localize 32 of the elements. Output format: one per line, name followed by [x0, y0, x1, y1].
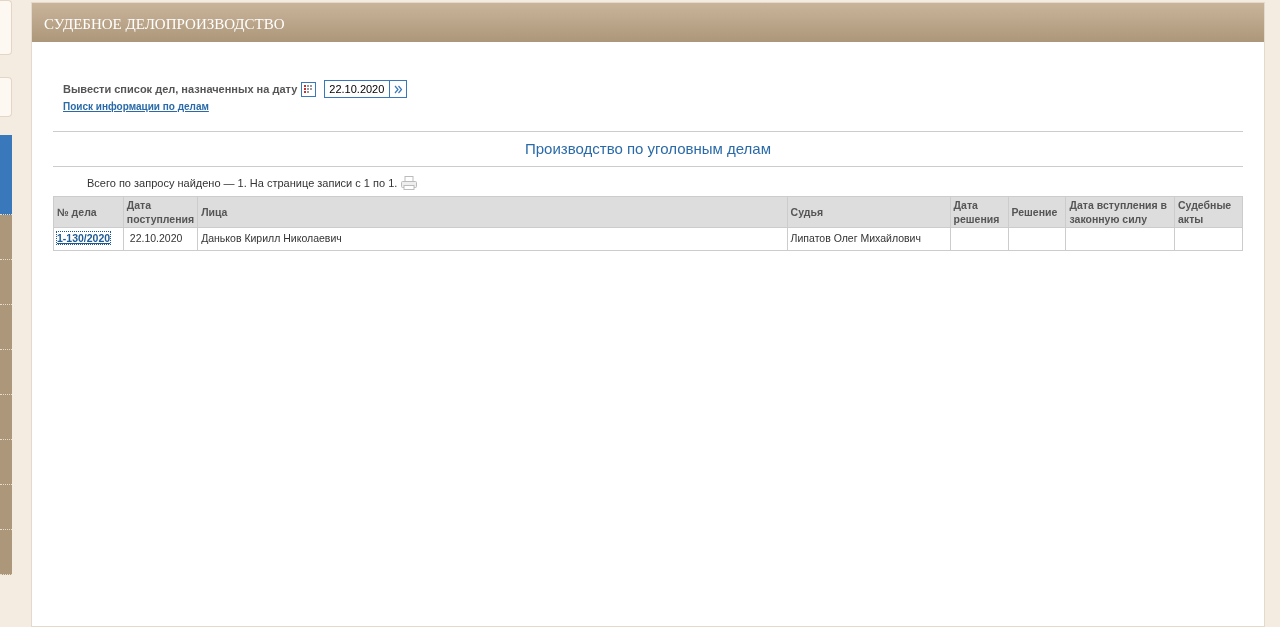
column-header: № дела	[53, 196, 124, 228]
section-title: Производство по уголовным делам	[53, 130, 1243, 167]
sidebar-item[interactable]	[0, 135, 12, 215]
sidebar-item[interactable]	[0, 350, 12, 395]
sidebar-item[interactable]	[0, 485, 12, 530]
sidebar-item[interactable]	[0, 395, 12, 440]
results-summary: Всего по запросу найдено — 1. На странице записи с 1 по 1.	[87, 176, 398, 191]
go-button[interactable]	[390, 80, 408, 98]
column-header: Лица	[197, 196, 788, 228]
table-cell: Даньков Кирилл Николаевич	[197, 227, 788, 251]
date-filter-label: Вывести список дел, назначенных на дату	[63, 81, 298, 97]
search-link[interactable]: Поиск информации по делам	[63, 101, 209, 112]
sidebar-item[interactable]	[0, 260, 12, 305]
sidebar-item[interactable]	[0, 440, 12, 485]
column-header: Дата поступления	[123, 196, 198, 228]
sidebar-item[interactable]	[0, 215, 12, 260]
printer-icon[interactable]	[401, 176, 418, 191]
calendar-icon[interactable]	[301, 81, 317, 97]
column-header: Дата решения	[950, 196, 1009, 228]
column-header: Решение	[1008, 196, 1066, 228]
panel-title: СУДЕБНОЕ ДЕЛОПРОИЗВОДСТВО	[32, 3, 1264, 42]
column-header: Дата вступления в законную силу	[1065, 196, 1175, 228]
sidebar-panel	[0, 0, 12, 55]
table-cell: Липатов Олег Михайлович	[787, 227, 951, 251]
sidebar-item[interactable]	[0, 530, 12, 575]
column-header: Судья	[787, 196, 951, 228]
date-field[interactable]: 22.10.2020	[324, 80, 391, 98]
sidebar-panel	[0, 77, 12, 117]
double-chevron-icon	[393, 84, 403, 94]
sidebar-item[interactable]	[0, 305, 12, 350]
table-cell: 22.10.2020	[123, 227, 198, 251]
column-header: Судебные акты	[1174, 196, 1243, 228]
